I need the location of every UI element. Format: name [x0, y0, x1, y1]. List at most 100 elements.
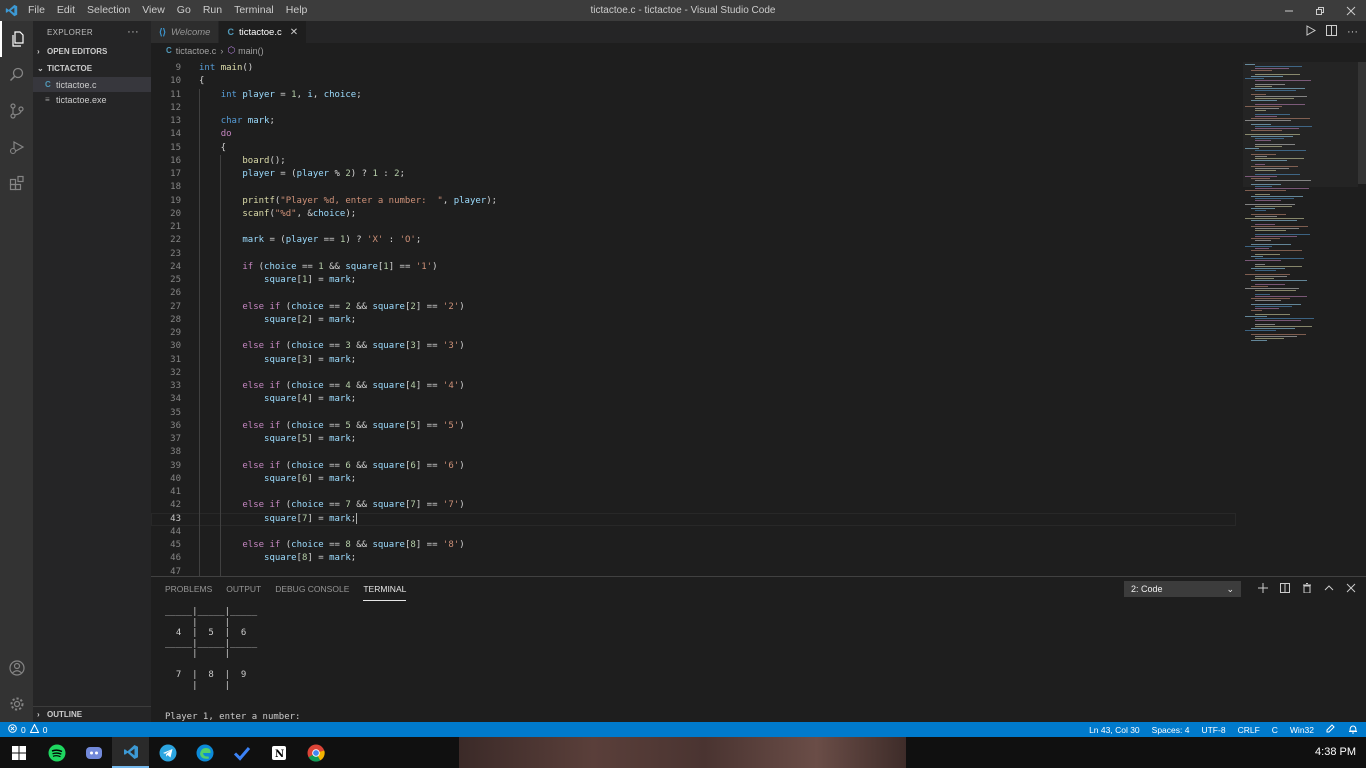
code-line[interactable]: 32 — [151, 367, 1236, 380]
code-line[interactable]: 37 square[5] = mark; — [151, 433, 1236, 446]
code-line[interactable]: 26 — [151, 287, 1236, 300]
end-of-line[interactable]: CRLF — [1238, 725, 1260, 735]
breadcrumb-file[interactable]: tictactoe.c — [176, 46, 217, 56]
new-terminal-icon[interactable] — [1258, 582, 1268, 596]
code-line[interactable]: 23 — [151, 248, 1236, 261]
code-line[interactable]: 20 scanf("%d", &choice); — [151, 208, 1236, 221]
code-line[interactable]: 42 else if (choice == 7 && square[7] == … — [151, 499, 1236, 512]
code-line[interactable]: 45 else if (choice == 8 && square[8] == … — [151, 539, 1236, 552]
folder-section[interactable]: ⌄ TICTACTOE — [33, 60, 151, 77]
line-text[interactable]: scanf("%d", &choice); — [199, 208, 356, 221]
line-text[interactable]: square[5] = mark; — [199, 433, 356, 446]
menu-run[interactable]: Run — [197, 0, 228, 21]
code-line[interactable]: 21 — [151, 221, 1236, 234]
explorer-icon[interactable] — [0, 21, 33, 57]
terminal-output[interactable]: _____|_____|_____ | | 4 | 5 | 6 _____|___… — [165, 607, 300, 723]
menu-go[interactable]: Go — [171, 0, 197, 21]
line-text[interactable]: else if (choice == 8 && square[8] == '8'… — [199, 539, 464, 552]
encoding[interactable]: UTF-8 — [1201, 725, 1225, 735]
code-line[interactable]: 36 else if (choice == 5 && square[5] == … — [151, 420, 1236, 433]
code-line[interactable]: 35 — [151, 407, 1236, 420]
line-text[interactable]: square[8] = mark; — [199, 552, 356, 565]
tab-debug-console[interactable]: DEBUG CONSOLE — [275, 577, 349, 601]
code-line[interactable]: 41 — [151, 486, 1236, 499]
tab-output[interactable]: OUTPUT — [226, 577, 261, 601]
code-line[interactable]: 44 — [151, 526, 1236, 539]
code-line[interactable]: 17 player = (player % 2) ? 1 : 2; — [151, 168, 1236, 181]
restore-button[interactable] — [1304, 0, 1335, 21]
code-editor[interactable]: 9 int main() 10 {11 int player = 1, i, choi… — [151, 62, 1236, 579]
problems-status[interactable]: 0 0 — [0, 723, 47, 735]
minimap[interactable] — [1243, 62, 1358, 352]
file-tictactoe-c[interactable]: C tictactoe.c — [33, 77, 151, 92]
line-text[interactable]: square[6] = mark; — [199, 473, 356, 486]
taskbar-clock[interactable]: 4:38 PM — [1315, 737, 1356, 768]
code-line[interactable]: 46 square[8] = mark; — [151, 552, 1236, 565]
extensions-icon[interactable] — [0, 165, 33, 201]
split-editor-icon[interactable] — [1326, 25, 1337, 39]
menu-view[interactable]: View — [136, 0, 171, 21]
code-line[interactable]: 38 — [151, 446, 1236, 459]
line-text[interactable]: else if (choice == 6 && square[6] == '6'… — [199, 460, 464, 473]
code-line[interactable]: 24 if (choice == 1 && square[1] == '1') — [151, 261, 1236, 274]
code-line[interactable]: 14 do — [151, 128, 1236, 141]
line-text[interactable]: do — [199, 128, 232, 141]
breadcrumb-symbol[interactable]: main() — [238, 46, 264, 56]
code-line[interactable]: 11 int player = 1, i, choice; — [151, 89, 1236, 102]
feedback-icon[interactable] — [1326, 723, 1336, 736]
settings-gear-icon[interactable] — [0, 686, 33, 722]
code-line[interactable]: 15 { — [151, 142, 1236, 155]
code-line[interactable]: 43 square[7] = mark; — [151, 512, 1236, 526]
outline-section[interactable]: › OUTLINE — [33, 706, 151, 722]
code-line[interactable]: 22 mark = (player == 1) ? 'X' : 'O'; — [151, 234, 1236, 247]
code-line[interactable]: 29 — [151, 327, 1236, 340]
accounts-icon[interactable] — [0, 650, 33, 686]
search-icon[interactable] — [0, 57, 33, 93]
run-debug-icon[interactable] — [0, 129, 33, 165]
close-panel-icon[interactable] — [1346, 583, 1356, 596]
line-text[interactable]: square[1] = mark; — [199, 274, 356, 287]
code-line[interactable]: 12 — [151, 102, 1236, 115]
windows-start-icon[interactable] — [0, 737, 37, 768]
line-text[interactable]: int player = 1, i, choice; — [199, 89, 362, 102]
line-text[interactable]: else if (choice == 5 && square[5] == '5'… — [199, 420, 464, 433]
open-editors-section[interactable]: › OPEN EDITORS — [33, 43, 151, 60]
notion-icon[interactable]: N — [260, 737, 297, 768]
more-actions-icon[interactable]: ··· — [127, 26, 139, 38]
code-line[interactable]: 25 square[1] = mark; — [151, 274, 1236, 287]
line-text[interactable]: printf("Player %d, enter a number: ", pl… — [199, 195, 497, 208]
language-mode[interactable]: C — [1272, 725, 1278, 735]
line-text[interactable]: board(); — [199, 155, 285, 168]
code-line[interactable]: 34 square[4] = mark; — [151, 393, 1236, 406]
terminal-select[interactable]: 2: Code ⌄ — [1124, 581, 1241, 597]
close-tab-icon[interactable]: ✕ — [290, 27, 298, 38]
menu-terminal[interactable]: Terminal — [228, 0, 280, 21]
cursor-position[interactable]: Ln 43, Col 30 — [1089, 725, 1140, 735]
source-control-icon[interactable] — [0, 93, 33, 129]
split-terminal-icon[interactable] — [1280, 582, 1290, 596]
close-window-button[interactable] — [1335, 0, 1366, 21]
code-line[interactable]: 31 square[3] = mark; — [151, 354, 1236, 367]
todo-checkmark-icon[interactable] — [223, 737, 260, 768]
vscode-taskbar-icon[interactable] — [112, 737, 149, 768]
line-text[interactable]: mark = (player == 1) ? 'X' : 'O'; — [199, 234, 421, 247]
line-text[interactable]: { — [199, 142, 226, 155]
code-line[interactable]: 30 else if (choice == 3 && square[3] == … — [151, 340, 1236, 353]
vscode-logo-icon[interactable] — [0, 0, 22, 21]
line-text[interactable]: square[7] = mark; — [199, 512, 358, 526]
line-text[interactable]: else if (choice == 3 && square[3] == '3'… — [199, 340, 464, 353]
code-line[interactable]: 16 board(); — [151, 155, 1236, 168]
line-text[interactable]: int main() — [199, 62, 253, 75]
tab-welcome[interactable]: ⟨⟩ Welcome — [151, 21, 220, 43]
line-text[interactable]: { — [199, 75, 204, 88]
edge-icon[interactable] — [186, 737, 223, 768]
code-line[interactable]: 13 char mark; — [151, 115, 1236, 128]
line-text[interactable]: char mark; — [199, 115, 275, 128]
line-text[interactable]: square[3] = mark; — [199, 354, 356, 367]
menu-selection[interactable]: Selection — [81, 0, 136, 21]
code-line[interactable]: 18 — [151, 181, 1236, 194]
tab-problems[interactable]: PROBLEMS — [165, 577, 212, 601]
menu-file[interactable]: File — [22, 0, 51, 21]
spotify-icon[interactable] — [38, 737, 75, 768]
line-text[interactable]: else if (choice == 7 && square[7] == '7'… — [199, 499, 464, 512]
